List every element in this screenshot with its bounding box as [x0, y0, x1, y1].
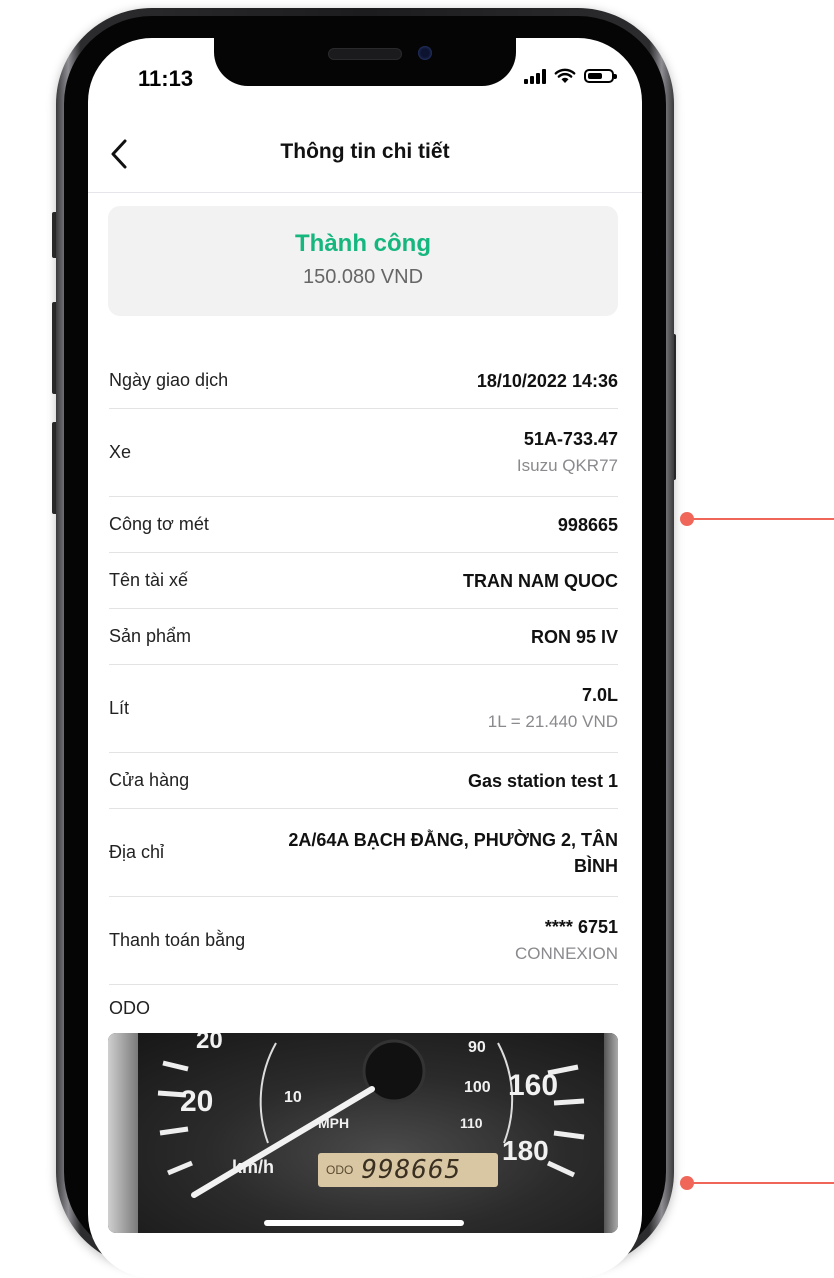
detail-row-product: Sản phẩm RON 95 IV — [109, 609, 618, 665]
vehicle-value: 51A-733.47 Isuzu QKR77 — [517, 426, 618, 480]
detail-row-odometer: Công tơ mét 998665 — [109, 497, 618, 553]
gauge-number: 20 — [180, 1085, 214, 1118]
liters-label: Lít — [109, 698, 130, 718]
gauge-number: 20 — [196, 1033, 223, 1054]
odometer-photo[interactable]: 20 20 10 MPH 90 100 160 110 180 km/h ODO… — [108, 1033, 618, 1233]
gauge-number: 110 — [460, 1115, 483, 1131]
payment-provider: CONNEXION — [515, 943, 618, 963]
liters-value: 7.0L 1L = 21.440 VND — [488, 682, 618, 736]
header-bar: Thông tin chi tiết — [88, 126, 642, 193]
notch — [214, 38, 516, 86]
payment-value: **** 6751 CONNEXION — [515, 914, 618, 968]
vehicle-label: Xe — [109, 442, 132, 462]
transaction-status: Thành công — [295, 230, 431, 257]
payment-card: **** 6751 — [544, 916, 618, 937]
detail-row-store: Cửa hàng Gas station test 1 — [109, 753, 618, 809]
front-camera — [418, 46, 432, 60]
app-screen: 11:13 Thông tin chi tiết Thành công 150.… — [88, 38, 642, 1278]
transaction-status-card: Thành công 150.080 VND — [108, 206, 618, 316]
odometer-readout-label: ODO — [326, 1163, 354, 1177]
page-title: Thông tin chi tiết — [280, 140, 450, 163]
address-label: Địa chỉ — [109, 842, 165, 862]
gauge-number: MPH — [318, 1115, 350, 1131]
gauge-number: 90 — [468, 1039, 486, 1056]
detail-row-payment: Thanh toán bằng **** 6751 CONNEXION — [109, 897, 618, 985]
detail-row-liters: Lít 7.0L 1L = 21.440 VND — [109, 665, 618, 753]
status-icons — [524, 68, 617, 84]
gauge-number: km/h — [232, 1157, 275, 1177]
callout-line — [692, 1182, 834, 1184]
odometer-readout-digits: 998665 — [361, 1155, 462, 1185]
driver-value: TRAN NAM QUOC — [463, 570, 618, 591]
wifi-icon — [554, 68, 576, 83]
store-value: Gas station test 1 — [467, 770, 618, 791]
detail-row-address: Địa chỉ 2A/64A BẠCH ĐẰNG, PHƯỜNG 2, TÂN … — [109, 809, 618, 897]
odometer-readout: ODO 998665 — [318, 1153, 498, 1187]
gauge-number: 160 — [508, 1069, 559, 1102]
address-value: 2A/64A BẠCH ĐẰNG, PHƯỜNG 2, TÂN BÌNH — [288, 827, 618, 879]
gauge-face — [157, 1039, 585, 1198]
detail-row-vehicle: Xe 51A-733.47 Isuzu QKR77 — [109, 409, 618, 497]
store-label: Cửa hàng — [109, 770, 190, 790]
home-indicator — [264, 1220, 464, 1226]
unit-price: 1L = 21.440 VND — [487, 711, 618, 731]
product-value: RON 95 IV — [530, 626, 618, 647]
payment-label: Thanh toán bằng — [109, 930, 246, 950]
address-line-2: BÌNH — [574, 855, 618, 876]
vehicle-plate: 51A-733.47 — [523, 428, 618, 449]
status-time: 11:13 — [138, 66, 194, 91]
detail-row-date: Ngày giao dịch 18/10/2022 14:36 — [109, 353, 618, 409]
odometer-value: 998665 — [557, 514, 618, 535]
vehicle-model: Isuzu QKR77 — [516, 455, 618, 475]
liters-amount: 7.0L — [581, 684, 618, 705]
battery-icon — [584, 69, 617, 83]
gauge-number: 10 — [284, 1089, 302, 1106]
gauge-number: 180 — [502, 1135, 549, 1166]
cellular-signal-icon — [524, 68, 546, 84]
detail-row-driver: Tên tài xế TRAN NAM QUOC — [109, 553, 618, 609]
earpiece-speaker — [328, 48, 402, 60]
product-label: Sản phẩm — [109, 626, 192, 646]
detail-list: Ngày giao dịch 18/10/2022 14:36 Xe 51A-7… — [109, 353, 618, 985]
gauge-number: 100 — [464, 1079, 491, 1096]
address-line-1: 2A/64A BẠCH ĐẰNG, PHƯỜNG 2, TÂN — [288, 829, 618, 850]
driver-label: Tên tài xế — [109, 570, 189, 590]
odo-section-label: ODO — [109, 998, 151, 1018]
callout-line — [692, 518, 834, 520]
date-value: 18/10/2022 14:36 — [476, 370, 618, 391]
date-label: Ngày giao dịch — [109, 370, 229, 390]
transaction-amount: 150.080 VND — [302, 266, 424, 288]
odometer-label: Công tơ mét — [109, 514, 209, 534]
